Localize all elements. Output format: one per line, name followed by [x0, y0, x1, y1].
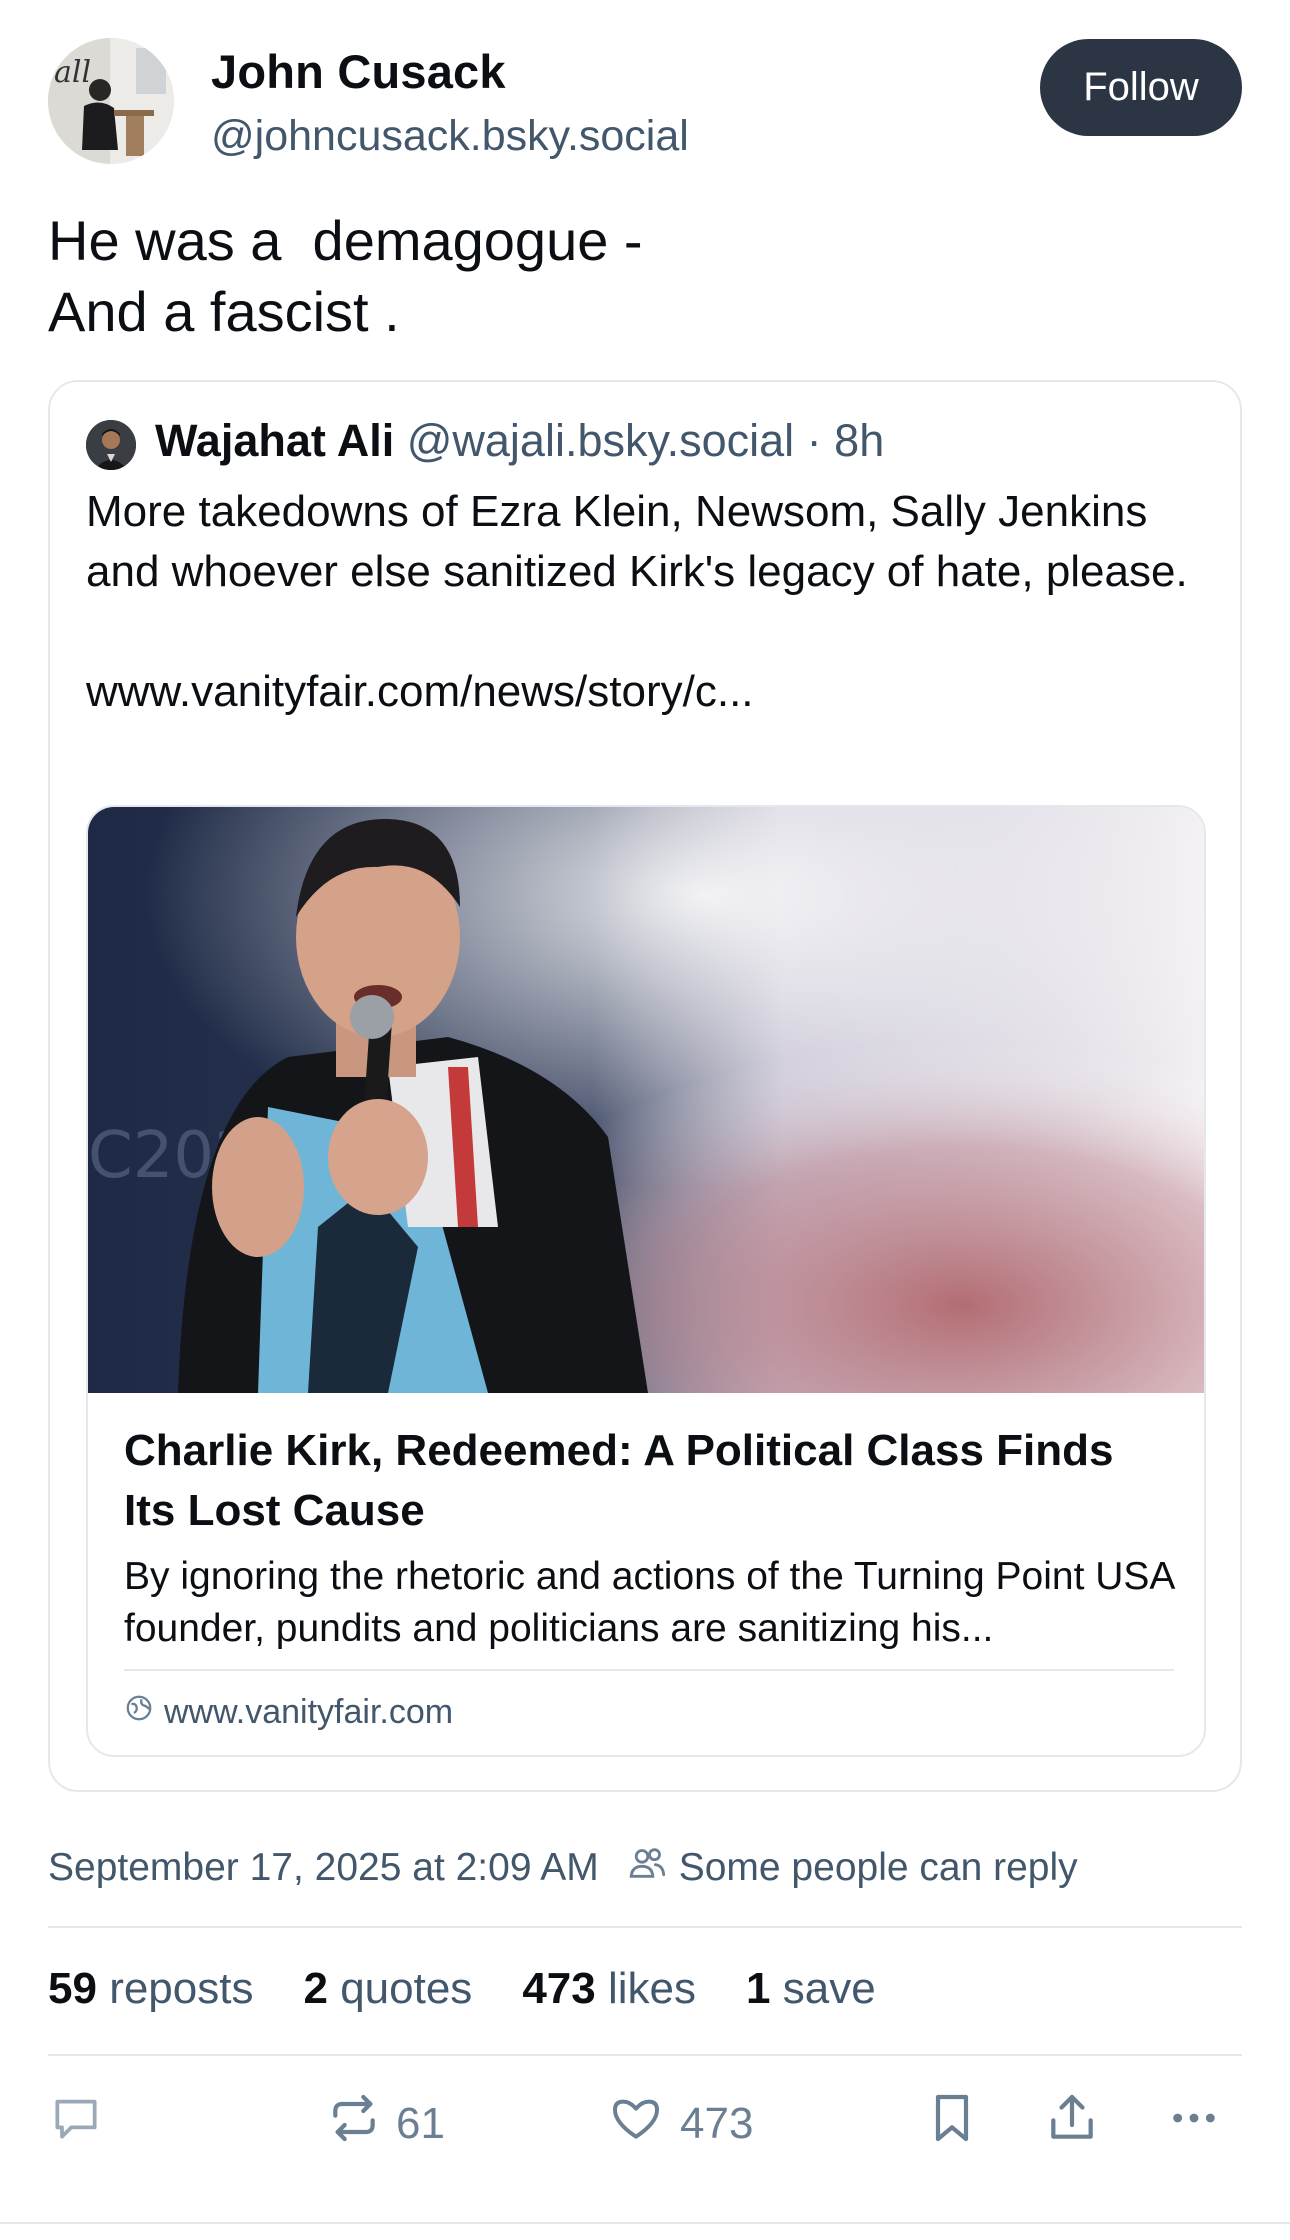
quotes-stat[interactable]: 2 quotes — [303, 1964, 472, 2014]
likes-stat[interactable]: 473 likes — [522, 1964, 696, 2014]
divider — [48, 1926, 1242, 1928]
post-timestamp: September 17, 2025 at 2:09 AM — [48, 1846, 599, 1889]
repost-count: 61 — [396, 2098, 445, 2148]
post-thread-view: all John Cusack @johncusack.bsky.social … — [0, 0, 1290, 2240]
share-button[interactable] — [1044, 2090, 1100, 2157]
follow-button[interactable]: Follow — [1040, 39, 1242, 136]
reply-icon — [48, 2090, 104, 2157]
bookmark-icon — [924, 2090, 980, 2157]
post-meta: September 17, 2025 at 2:09 AM Some peopl… — [48, 1843, 1078, 1893]
repost-icon — [326, 2090, 382, 2157]
link-preview-domain[interactable]: www.vanityfair.com — [124, 1693, 453, 1732]
author-name[interactable]: John Cusack — [211, 44, 506, 99]
divider — [0, 2222, 1290, 2224]
reply-setting-label: Some people can reply — [678, 1846, 1078, 1889]
heart-icon — [606, 2090, 666, 2157]
saves-stat[interactable]: 1 save — [746, 1964, 876, 2014]
divider — [48, 2054, 1242, 2056]
people-icon — [627, 1843, 667, 1893]
globe-icon — [124, 1693, 154, 1732]
quoted-author-handle[interactable]: @wajali.bsky.social · 8h — [407, 415, 885, 466]
bookmark-button[interactable] — [924, 2090, 980, 2157]
more-options-button[interactable] — [1164, 2090, 1224, 2157]
link-preview-image: C202 — [88, 807, 1204, 1393]
reposts-stat[interactable]: 59 reposts — [48, 1964, 253, 2014]
quoted-author-avatar[interactable] — [86, 420, 136, 470]
link-preview-title[interactable]: Charlie Kirk, Redeemed: A Political Clas… — [124, 1421, 1174, 1541]
author-handle[interactable]: @johncusack.bsky.social — [211, 112, 689, 161]
post-text: He was a demagogue - And a fascist . — [48, 209, 643, 343]
reply-setting[interactable]: Some people can reply — [627, 1843, 1078, 1893]
link-preview-divider — [124, 1669, 1174, 1671]
like-button[interactable]: 473 — [606, 2090, 753, 2157]
quoted-post-header: Wajahat Ali @wajali.bsky.social · 8h — [155, 415, 884, 467]
repost-button[interactable]: 61 — [326, 2090, 445, 2157]
post-stats: 59 reposts 2 quotes 473 likes 1 save — [48, 1964, 876, 2014]
quoted-post-card[interactable]: Wajahat Ali @wajali.bsky.social · 8h Mor… — [48, 380, 1242, 1792]
link-preview-description: By ignoring the rhetoric and actions of … — [124, 1555, 1174, 1650]
like-count: 473 — [680, 2098, 754, 2148]
reply-button[interactable] — [48, 2090, 104, 2157]
author-avatar[interactable]: all — [48, 38, 174, 164]
action-bar: 61 473 — [0, 2090, 1290, 2160]
svg-text:all: all — [54, 55, 91, 90]
quoted-post-text: More takedowns of Ezra Klein, Newsom, Sa… — [86, 487, 1188, 716]
quoted-author-name[interactable]: Wajahat Ali — [155, 415, 394, 466]
more-horizontal-icon — [1164, 2090, 1224, 2157]
link-preview-card[interactable]: C202 Charlie Kirk, Redeemed: A Political… — [86, 805, 1206, 1757]
link-domain-text: www.vanityfair.com — [164, 1693, 454, 1731]
share-icon — [1044, 2090, 1100, 2157]
